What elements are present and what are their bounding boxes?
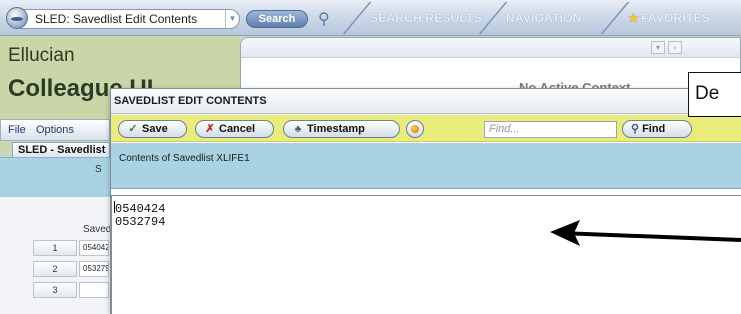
find-input[interactable]: Find...	[484, 121, 617, 138]
cancel-button[interactable]: ✗ Cancel	[195, 120, 274, 138]
menu-options[interactable]: Options	[36, 124, 74, 136]
help-icon[interactable]	[406, 120, 424, 138]
context-panel-header: ▾ ‹	[241, 38, 740, 58]
tab-divider	[342, 2, 372, 34]
savedlist-entry-field[interactable]	[79, 282, 109, 298]
stamp-icon: ♣	[294, 124, 302, 135]
form-header-text: S	[95, 164, 102, 175]
row-number[interactable]: 2	[33, 261, 77, 277]
context-select-value: SLED: Savedlist Edit Contents	[35, 12, 198, 26]
tab-navigation[interactable]: NAVIGATION	[506, 11, 582, 25]
timestamp-button[interactable]: ♣ Timestamp	[283, 120, 400, 138]
tab-divider	[478, 2, 508, 34]
check-icon: ✓	[128, 123, 138, 135]
dialog-info-band: Contents of Savedlist XLIFE1	[111, 143, 741, 189]
brand-name: Ellucian	[8, 45, 75, 66]
savedlist-entry-field[interactable]: 0532794	[79, 261, 109, 277]
chevron-left-icon[interactable]: ‹	[668, 41, 682, 54]
dialog-info-text: Contents of Savedlist XLIFE1	[119, 153, 250, 164]
advanced-search-icon[interactable]: ⚲	[318, 9, 330, 29]
context-select[interactable]: SLED: Savedlist Edit Contents ▼	[12, 9, 240, 29]
top-navigation-bar: SLED: Savedlist Edit Contents ▼ Search ⚲…	[0, 0, 741, 36]
contents-line-text: 0540424	[115, 202, 166, 216]
dialog-toolbar: ✓ Save ✗ Cancel ♣ Timestamp Find... ⚲ Find	[111, 115, 741, 142]
tab-divider	[600, 2, 630, 34]
row-number[interactable]: 1	[33, 240, 77, 256]
find-button-label: Find	[642, 123, 666, 135]
search-icon: ⚲	[631, 123, 640, 135]
find-button[interactable]: ⚲ Find	[622, 120, 692, 138]
tab-favorites[interactable]: ★ FAVORITES	[628, 11, 710, 25]
save-button[interactable]: ✓ Save	[118, 120, 187, 138]
search-button[interactable]: Search	[246, 10, 308, 28]
cancel-button-label: Cancel	[219, 123, 256, 135]
form-body: Savedlist 1 0540424 2 0532794 3	[0, 197, 124, 314]
close-icon: ✗	[205, 123, 215, 135]
annotation-callout: De	[688, 72, 741, 117]
savedlist-edit-dialog: SAVEDLIST EDIT CONTENTS ✓ Save ✗ Cancel ♣ T…	[110, 88, 741, 314]
tab-favorites-label: FAVORITES	[640, 11, 710, 25]
form-header-band: S	[0, 157, 110, 197]
ellucian-logo-icon[interactable]	[6, 7, 28, 29]
annotation-arrow-icon	[550, 220, 741, 246]
menu-file[interactable]: File	[8, 124, 26, 136]
tab-search-results[interactable]: SEARCH RESULTS	[370, 11, 482, 25]
row-number[interactable]: 3	[33, 282, 77, 298]
save-button-label: Save	[142, 123, 168, 135]
savedlist-entry-field[interactable]: 0540424	[79, 240, 109, 256]
contents-line: 0540424	[114, 201, 741, 216]
menubar: File Options	[0, 119, 110, 141]
form-tab[interactable]: SLED - Savedlist Edit Contents	[12, 142, 110, 171]
timestamp-button-label: Timestamp	[307, 123, 365, 135]
chevron-down-icon[interactable]: ▼	[225, 10, 239, 28]
star-icon: ★	[628, 11, 639, 25]
context-panel: ▾ ‹ No Active Context	[240, 37, 741, 95]
dialog-title: SAVEDLIST EDIT CONTENTS	[111, 89, 741, 114]
chevron-down-icon[interactable]: ▾	[651, 41, 665, 54]
